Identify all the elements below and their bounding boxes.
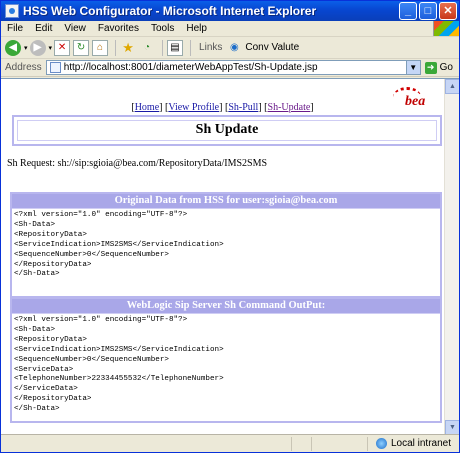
ie-icon [5,4,19,18]
status-bar: Local intranet [1,434,459,452]
forward-icon[interactable]: ▶ [29,39,46,56]
intranet-icon [375,438,387,449]
favorites-star-icon[interactable]: ★ [120,40,136,56]
toolbar-separator [115,39,117,56]
status-text-cell [1,437,291,451]
home-link[interactable]: Home [135,102,159,113]
menu-bar: File Edit View Favorites Tools Help [1,21,459,37]
toolbar-separator [190,39,192,56]
page-title: Sh Update [195,122,259,137]
standard-toolbar: ◀ ▾ ▶ ▾ ✕ ↻ ⌂ ★ ◔ ▤ Links ◉ Conv Valute [1,37,459,59]
title-bar[interactable]: HSS Web Configurator - Microsoft Interne… [1,1,459,21]
address-dropdown-icon[interactable]: ▼ [405,61,420,74]
toolbar-separator [162,39,164,56]
close-button[interactable]: ✕ [439,2,457,20]
window-title: HSS Web Configurator - Microsoft Interne… [23,4,317,18]
menu-edit[interactable]: Edit [29,23,58,34]
original-data-header: Original Data from HSS for user:sgioia@b… [12,194,440,208]
status-cell [291,436,311,451]
nav-bracket: ] [310,102,314,113]
address-bar: Address http://localhost:8001/diameterWe… [1,59,459,77]
zone-label: Local intranet [390,438,451,449]
go-arrow-icon: ➜ [424,61,437,74]
security-zone: Local intranet [366,436,459,451]
refresh-icon[interactable]: ↻ [73,39,90,56]
conv-valute-link[interactable]: Conv Valute [245,42,299,53]
status-cell [311,436,331,451]
stop-icon[interactable]: ✕ [54,39,71,56]
back-dropdown-icon[interactable]: ▾ [24,44,28,52]
page-icon [49,62,61,73]
print-icon[interactable]: ▤ [167,39,184,56]
output-section: WebLogic Sip Server Sh Command OutPut: <… [10,297,442,423]
browser-window: HSS Web Configurator - Microsoft Interne… [0,0,460,453]
maximize-button[interactable]: □ [419,2,437,20]
output-xml: <?xml version="1.0" encoding="UTF-8"?> <… [12,313,440,419]
view-profile-link[interactable]: View Profile [168,102,219,113]
windows-logo-icon [433,21,459,36]
heading-box: Sh Update [12,115,442,146]
original-data-section: Original Data from HSS for user:sgioia@b… [10,192,442,298]
home-icon[interactable]: ⌂ [92,39,109,56]
back-icon[interactable]: ◀ [5,39,21,56]
sh-update-link[interactable]: Sh-Update [268,102,311,113]
history-icon[interactable]: ◔ [139,40,155,56]
nav-links: [Home] [View Profile] [Sh-Pull] [Sh-Upda… [1,102,444,113]
scroll-down-icon[interactable]: ▼ [445,420,459,434]
go-button[interactable]: ➜ Go [421,61,459,74]
scroll-up-icon[interactable]: ▲ [445,79,459,94]
menu-file[interactable]: File [1,23,29,34]
links-label: Links [199,42,223,53]
vertical-scrollbar[interactable]: ▲ ▼ [444,79,459,434]
menu-view[interactable]: View [58,23,92,34]
sh-request-text: Sh Request: sh://sip:sgioia@bea.com/Repo… [7,158,268,169]
sh-pull-link[interactable]: Sh-Pull [228,102,258,113]
output-header: WebLogic Sip Server Sh Command OutPut: [12,299,440,313]
original-data-xml: <?xml version="1.0" encoding="UTF-8"?> <… [12,208,440,284]
minimize-button[interactable]: _ [399,2,417,20]
heading-inner: Sh Update [17,120,437,141]
menu-tools[interactable]: Tools [145,23,180,34]
conv-valute-link-icon: ◉ [230,42,239,53]
go-label: Go [439,62,453,73]
menu-favorites[interactable]: Favorites [92,23,145,34]
menu-help[interactable]: Help [180,23,213,34]
page-viewport: bea [Home] [View Profile] [Sh-Pull] [Sh-… [1,78,459,434]
address-input[interactable]: http://localhost:8001/diameterWebAppTest… [45,60,421,75]
address-label: Address [5,62,42,73]
address-url[interactable]: http://localhost:8001/diameterWebAppTest… [64,62,406,73]
forward-dropdown-icon[interactable]: ▾ [49,44,53,52]
